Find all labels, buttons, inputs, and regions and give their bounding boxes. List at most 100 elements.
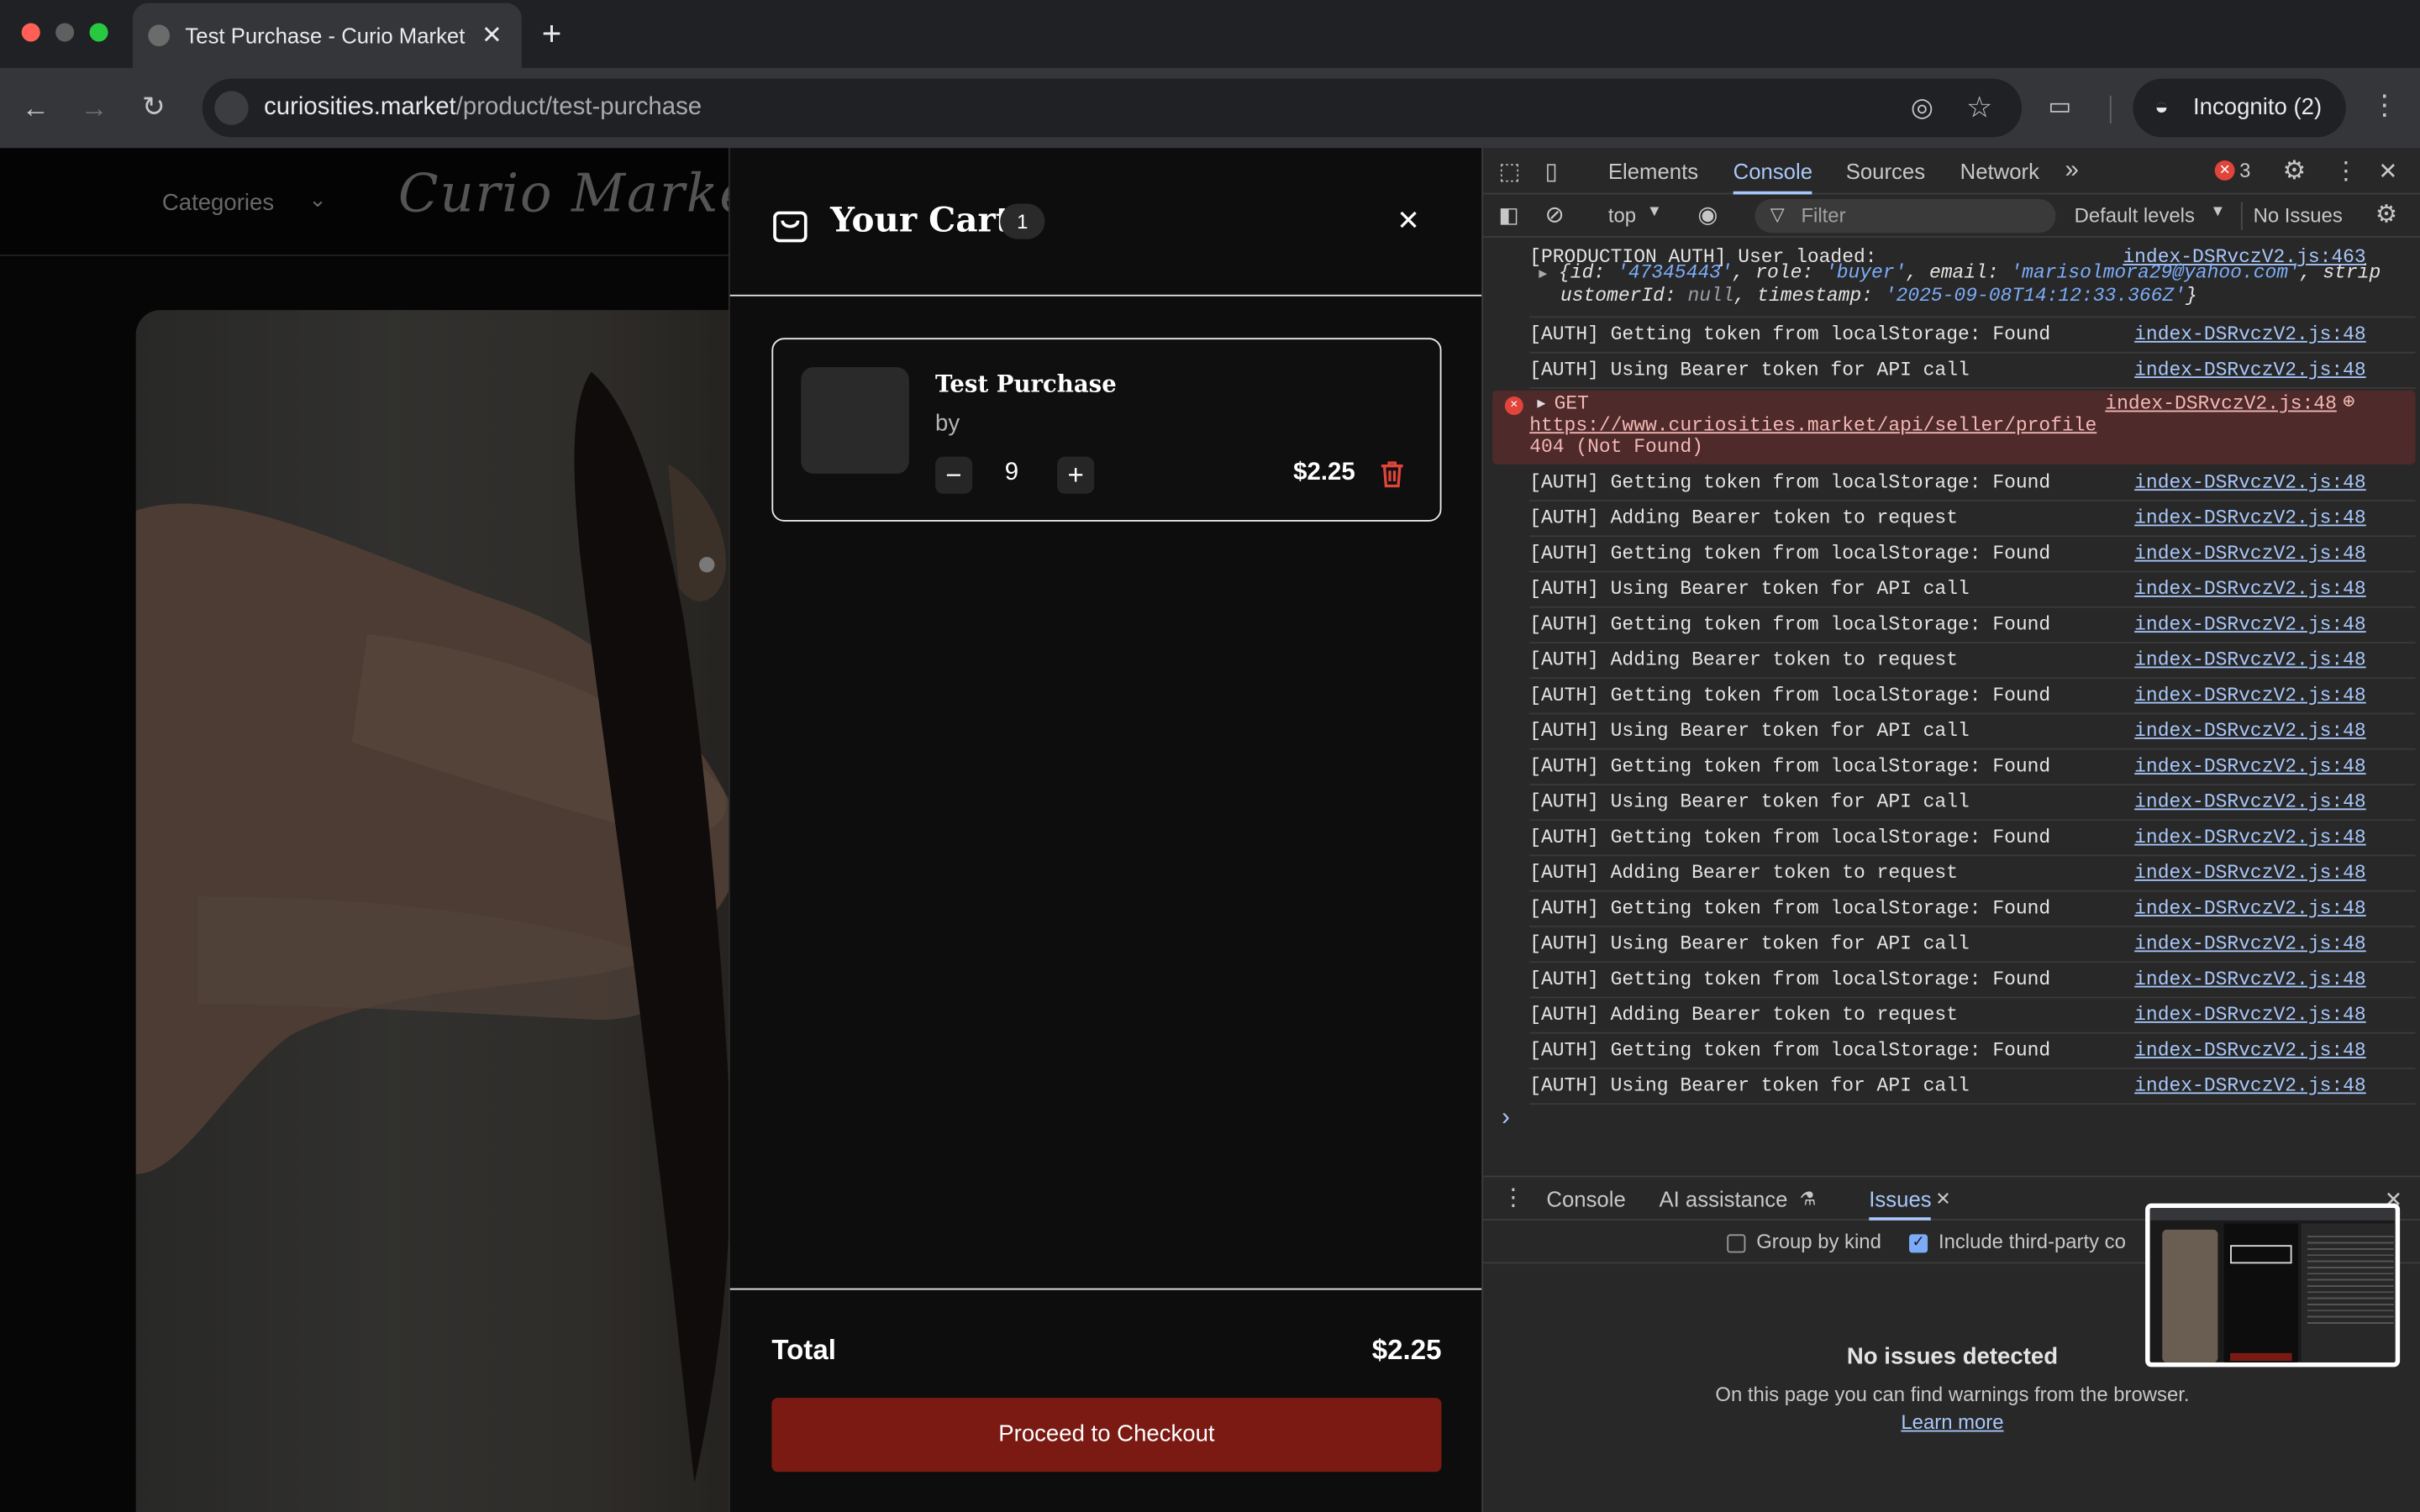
log-source-link[interactable]: index-DSRvczV2.js:48 [2134,537,2366,570]
log-levels-dropdown[interactable]: Default levels [2075,203,2195,227]
console-settings-icon[interactable]: ⚙ [2375,199,2397,230]
log-source-link[interactable]: index-DSRvczV2.js:48 [2134,892,2366,926]
tab-network[interactable]: Network [1960,148,2039,194]
log-source-link[interactable]: index-DSRvczV2.js:48 [2134,643,2366,677]
thumb-log-lines [2307,1236,2394,1329]
log-source-link[interactable]: index-DSRvczV2.js:48 [2134,927,2366,961]
flask-icon: ⚗ [1799,1188,1817,1210]
log-source-link[interactable]: index-DSRvczV2.js:48 [2134,856,2366,890]
back-icon[interactable]: ← [22,94,50,122]
error-url-link[interactable]: https://www.curiosities.market/api/selle… [1529,415,2096,437]
log-source-link[interactable]: index-DSRvczV2.js:48 [2134,501,2366,535]
drawer-tab-ai-assistance[interactable]: AI assistance [1659,1177,1787,1220]
drawer-menu-icon[interactable]: ⋮ [1502,1177,1525,1220]
incognito-button[interactable]: ◒ Incognito (2) [2133,78,2346,138]
minimize-window-button[interactable] [55,23,75,42]
log-source-link[interactable]: index-DSRvczV2.js:48 [2134,466,2366,500]
console-message: [AUTH] Using Bearer token for API call in… [1529,714,2416,750]
item-price: $2.25 [1293,459,1355,486]
close-cart-button[interactable]: ✕ [1397,205,1420,238]
thumb-chrome [2149,1208,2396,1221]
log-source-link[interactable]: index-DSRvczV2.js:48 [2134,608,2366,642]
log-source-link[interactable]: index-DSRvczV2.js:48 [2134,572,2366,606]
console-message: [AUTH] Getting token from localStorage: … [1529,537,2416,573]
tab-search-icon[interactable]: ▭ [2048,94,2071,122]
tab-console[interactable]: Console [1733,148,1813,195]
console-toolbar: ◧ ⊘ top ▼ ◉ ▽ Filter Default levels ▼ No… [1483,194,2420,238]
log-source-link[interactable]: index-DSRvczV2.js:48 [2134,821,2366,854]
checkout-button[interactable]: Proceed to Checkout [771,1398,1442,1473]
device-toolbar-icon[interactable]: ▯ [1545,157,1558,185]
console-message: [AUTH] Using Bearer token for API call in… [1529,572,2416,608]
sidebar-toggle-icon[interactable]: ◧ [1498,202,1518,228]
tab-close-icon[interactable]: ✕ [481,20,502,51]
close-issues-tab-icon[interactable]: ✕ [1935,1177,1950,1220]
drawer-tab-issues[interactable]: Issues [1869,1177,1932,1221]
console-message: [AUTH] Adding Bearer token to request ind… [1529,501,2416,538]
log-source-link[interactable]: index-DSRvczV2.js:48 [2105,393,2337,415]
expand-triangle-icon[interactable]: ▶ [1537,393,1545,415]
close-window-button[interactable] [21,23,40,42]
close-devtools-icon[interactable]: ✕ [2378,157,2397,185]
trash-icon[interactable] [1380,459,1404,488]
forward-icon[interactable]: → [81,94,108,122]
log-source-link[interactable]: index-DSRvczV2.js:48 [2134,998,2366,1032]
settings-gear-icon[interactable]: ⚙ [2283,156,2307,187]
browser-tab[interactable]: Test Purchase - Curio Market ✕ [132,3,522,68]
include-third-party-checkbox[interactable]: ✓ [1909,1234,1928,1253]
url-text: curiosities.market/product/test-purchase [264,94,702,122]
total-value: $2.25 [1371,1334,1442,1366]
new-tab-button[interactable]: + [542,14,562,55]
inspect-element-icon[interactable]: ⬚ [1498,157,1520,185]
log-source-link[interactable]: index-DSRvczV2.js:48 [2134,318,2366,351]
context-caret-icon: ▼ [1646,203,1662,221]
error-status: 404 (Not Found) [1529,436,1703,459]
cart-drawer: Your Cart 1 ✕ Test Purchase by − 9 + $2.… [728,148,1482,1512]
console-message: [AUTH] Adding Bearer token to request ind… [1529,643,2416,680]
address-bar[interactable]: curiosities.market/product/test-purchase… [202,78,2023,138]
log-source-link[interactable]: index-DSRvczV2.js:48 [2134,1034,2366,1068]
log-source-link[interactable]: index-DSRvczV2.js:48 [2134,750,2366,784]
console-error-message: ✕ ▶ GET https://www.curiosities.market/a… [1492,390,2416,465]
devtools-menu-icon[interactable]: ⋮ [2333,156,2358,187]
console-prompt[interactable]: › [1502,1105,1510,1132]
maximize-window-button[interactable] [89,23,108,42]
expand-triangle-icon[interactable]: ▶ [1539,267,1547,282]
increase-quantity-button[interactable]: + [1057,456,1095,494]
item-name[interactable]: Test Purchase [935,370,1117,398]
menu-kebab-icon[interactable]: ⋮ [2370,91,2398,118]
network-globe-icon[interactable]: ⊕ [2343,391,2354,414]
tab-elements[interactable]: Elements [1608,148,1698,194]
console-message: [AUTH] Getting token from localStorage: … [1529,963,2416,999]
reload-icon[interactable]: ↻ [142,92,166,120]
context-selector[interactable]: top [1608,203,1636,227]
screenshot-thumbnail[interactable] [2145,1203,2401,1368]
log-source-link[interactable]: index-DSRvczV2.js:48 [2134,679,2366,712]
group-by-kind-checkbox[interactable] [1727,1234,1746,1253]
thumb-devtools [2301,1223,2396,1362]
log-source-link[interactable]: index-DSRvczV2.js:48 [2134,714,2366,748]
filter-input[interactable]: ▽ Filter [1754,198,2056,234]
log-source-link[interactable]: index-DSRvczV2.js:48 [2134,354,2366,387]
drawer-tab-console[interactable]: Console [1546,1177,1625,1220]
issues-status[interactable]: No Issues [2254,203,2343,227]
eye-off-icon[interactable]: ◎ [1911,92,1933,123]
log-source-link[interactable]: index-DSRvczV2.js:48 [2134,1069,2366,1103]
group-by-kind-label: Group by kind [1756,1229,1881,1253]
overlay-backdrop[interactable] [0,148,729,1512]
clear-console-icon[interactable]: ⊘ [1545,201,1565,228]
thumb-photo [2162,1229,2218,1362]
star-icon[interactable]: ☆ [1966,91,1992,126]
user-object-preview[interactable]: ▶ {id: '47345443', role: 'buyer', email:… [1539,262,2381,307]
live-expression-eye-icon[interactable]: ◉ [1697,201,1718,228]
site-info-icon[interactable] [214,91,249,125]
learn-more-link[interactable]: Learn more [1901,1410,2003,1434]
more-tabs-icon[interactable]: » [2065,148,2079,194]
cart-header: Your Cart 1 ✕ [729,148,1482,297]
error-count[interactable]: 3 [2239,159,2250,182]
log-source-link[interactable]: index-DSRvczV2.js:48 [2134,963,2366,996]
decrease-quantity-button[interactable]: − [935,456,973,494]
log-source-link[interactable]: index-DSRvczV2.js:48 [2134,785,2366,819]
filter-placeholder: Filter [1801,203,1846,227]
tab-sources[interactable]: Sources [1846,148,1925,194]
